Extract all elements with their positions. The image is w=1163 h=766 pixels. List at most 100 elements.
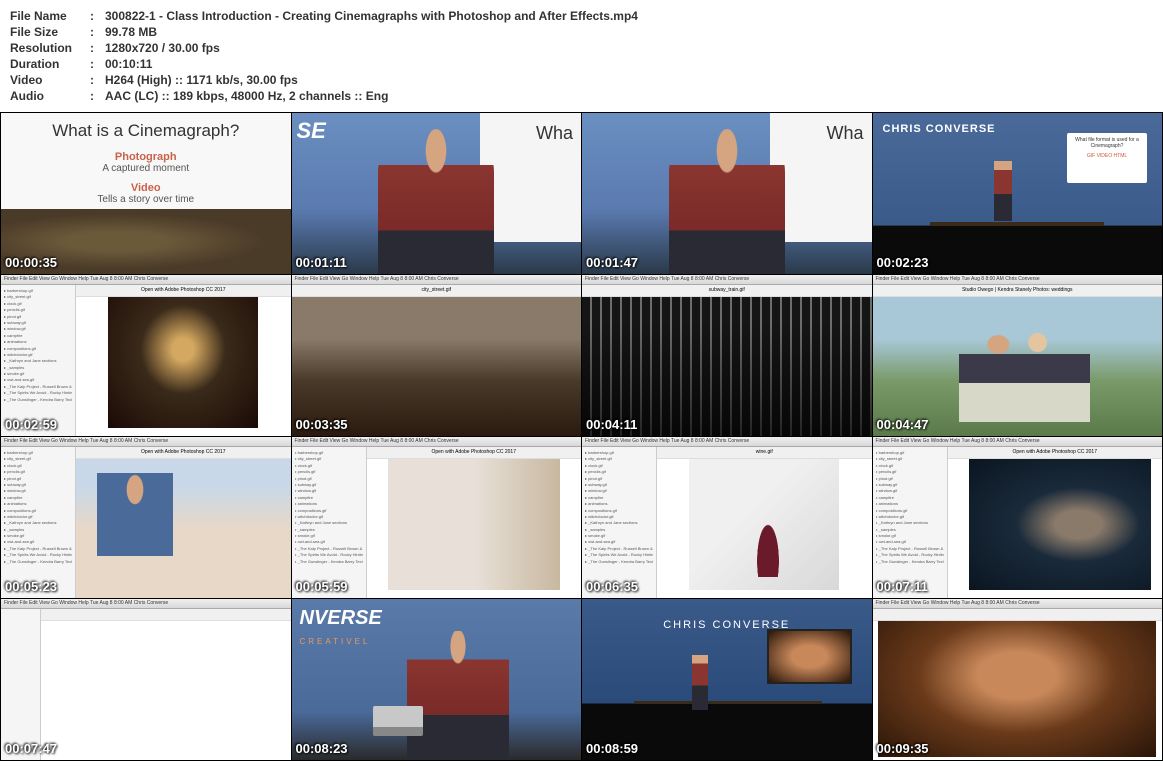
slide-sub: Tells a story over time [97,194,194,205]
mac-menubar: Finder File Edit View Go Window Help Tue… [873,599,1163,609]
mac-menubar: Finder File Edit View Go Window Help Tue… [873,437,1163,447]
thumbnail[interactable]: NVERSE CREATIVEL 00:08:23 [292,599,582,760]
thumbnail-grid: What is a Cinemagraph? Photograph A capt… [0,112,1163,761]
thumbnail[interactable]: Finder File Edit View Go Window Help Tue… [292,275,582,436]
timestamp: 00:09:35 [877,741,929,756]
preview-content: Open with Adobe Photoshop CC 2017 [948,447,1163,598]
presenter-name: CHRIS CONVERSE [883,123,996,135]
thumbnail[interactable]: What is a Cinemagraph? Photograph A capt… [1,113,291,274]
thumbnail[interactable]: Finder File Edit View Go Window Help Tue… [1,599,291,760]
preview-content: Open with Adobe Photoshop CC 2017 [367,447,582,598]
barbershop-image [108,297,258,428]
subway-image [582,297,872,436]
thumbnail[interactable]: CHRIS CONVERSE What file format is used … [873,113,1163,274]
slide-text: Wha [826,123,863,144]
timestamp: 00:02:59 [5,417,57,432]
slide-title: What is a Cinemagraph? [52,121,239,141]
slide-sub: Photograph [115,151,177,163]
wine-image [689,459,839,590]
thumbnail[interactable]: Finder File Edit View Go Window Help Tue… [292,437,582,598]
room-image [388,459,560,590]
preview-toolbar: subway_train.gif [582,285,872,297]
presenter-figure [669,129,785,274]
finder-sidebar: ▸ barbershop.gif▸ city_street.gif▸ clock… [582,447,657,598]
audio-label: Audio [10,88,90,104]
timestamp: 00:08:23 [296,741,348,756]
presenter-figure [692,655,708,710]
thumbnail[interactable]: Finder File Edit View Go Window Help Tue… [1,437,291,598]
finder-sidebar: ▸ barbershop.gif▸ city_street.gif▸ clock… [1,285,76,436]
preview-content: subway_train.gif [582,285,872,436]
duration-label: Duration [10,56,90,72]
preview-toolbar: Open with Adobe Photoshop CC 2017 [948,447,1163,459]
presenter-figure [407,631,508,760]
preview-toolbar: city_street.gif [292,285,582,297]
timestamp: 00:01:11 [296,255,347,270]
thumbnail[interactable]: Wha 00:01:47 [582,113,872,274]
mac-menubar: Finder File Edit View Go Window Help Tue… [1,599,291,609]
thumbnail[interactable]: Finder File Edit View Go Window Help Tue… [582,437,872,598]
preview-toolbar: wine.gif [657,447,872,459]
preview-content: Open with Adobe Photoshop CC 2017 [76,447,291,598]
timestamp: 00:03:35 [296,417,348,432]
presentation-screen [767,629,852,684]
preview-toolbar [41,609,291,621]
mac-menubar: Finder File Edit View Go Window Help Tue… [873,275,1163,285]
thumbnail[interactable]: Finder File Edit View Go Window Help Tue… [873,437,1163,598]
logo-subtext: CREATIVEL [300,637,371,646]
timestamp: 00:07:11 [877,579,928,594]
cowboy-image [878,621,1156,757]
thumbnail[interactable]: SE Wha 00:01:11 [292,113,582,274]
timestamp: 00:02:23 [877,255,929,270]
preview-toolbar: Open with Adobe Photoshop CC 2017 [76,447,291,459]
finder-sidebar [1,609,41,760]
timestamp: 00:04:47 [877,417,929,432]
timestamp: 00:07:47 [5,741,57,756]
desk [634,701,822,704]
file-info-panel: File Name:300822-1 - Class Introduction … [0,0,1163,112]
timestamp: 00:05:59 [296,579,348,594]
owl-image [969,459,1151,590]
filename-value: 300822-1 - Class Introduction - Creating… [105,8,638,24]
finder-sidebar: ▸ barbershop.gif▸ city_street.gif▸ clock… [292,447,367,598]
timestamp: 00:00:35 [5,255,57,270]
timestamp: 00:08:59 [586,741,638,756]
filesize-label: File Size [10,24,90,40]
mac-menubar: Finder File Edit View Go Window Help Tue… [582,437,872,447]
mac-menubar: Finder File Edit View Go Window Help Tue… [1,275,291,285]
timestamp: 00:04:11 [586,417,637,432]
finder-sidebar: ▸ barbershop.gif▸ city_street.gif▸ clock… [873,447,948,598]
timestamp: 00:01:47 [586,255,638,270]
audio-value: AAC (LC) :: 189 kbps, 48000 Hz, 2 channe… [105,88,388,104]
resolution-value: 1280x720 / 30.00 fps [105,40,220,56]
mac-menubar: Finder File Edit View Go Window Help Tue… [292,275,582,285]
slide-sub: A captured moment [102,163,189,174]
logo-fragment: NVERSE [300,607,382,630]
presentation-screen: What file format is used for a Cinemagra… [1067,133,1147,183]
thumbnail[interactable]: Finder File Edit View Go Window Help Tue… [582,275,872,436]
timestamp: 00:05:23 [5,579,57,594]
resolution-label: Resolution [10,40,90,56]
mac-menubar: Finder File Edit View Go Window Help Tue… [292,437,582,447]
preview-toolbar: Studio Owego | Kendra Stanely Photos: we… [873,285,1163,297]
preview-content: city_street.gif [292,285,582,436]
filename-label: File Name [10,8,90,24]
thumbnail[interactable]: Finder File Edit View Go Window Help Tue… [1,275,291,436]
preview-toolbar: Open with Adobe Photoshop CC 2017 [367,447,582,459]
thumbnail[interactable]: CHRIS CONVERSE 00:08:59 [582,599,872,760]
slide-sub: Video [131,182,161,194]
preview-content: wine.gif [657,447,872,598]
preview-toolbar: Open with Adobe Photoshop CC 2017 [76,285,291,297]
slide-text: Wha [536,123,573,144]
preview-content [873,609,1163,760]
thumbnail[interactable]: Finder File Edit View Go Window Help Tue… [873,275,1163,436]
thumbnail[interactable]: Finder File Edit View Go Window Help Tue… [873,599,1163,760]
preview-content: Open with Adobe Photoshop CC 2017 [76,285,291,436]
video-value: H264 (High) :: 1171 kb/s, 30.00 fps [105,72,298,88]
video-label: Video [10,72,90,88]
preview-toolbar [873,609,1163,621]
cafe-image [292,297,582,436]
logo-fragment: SE [297,118,326,144]
mac-menubar: Finder File Edit View Go Window Help Tue… [1,437,291,447]
blank-content [41,609,291,760]
